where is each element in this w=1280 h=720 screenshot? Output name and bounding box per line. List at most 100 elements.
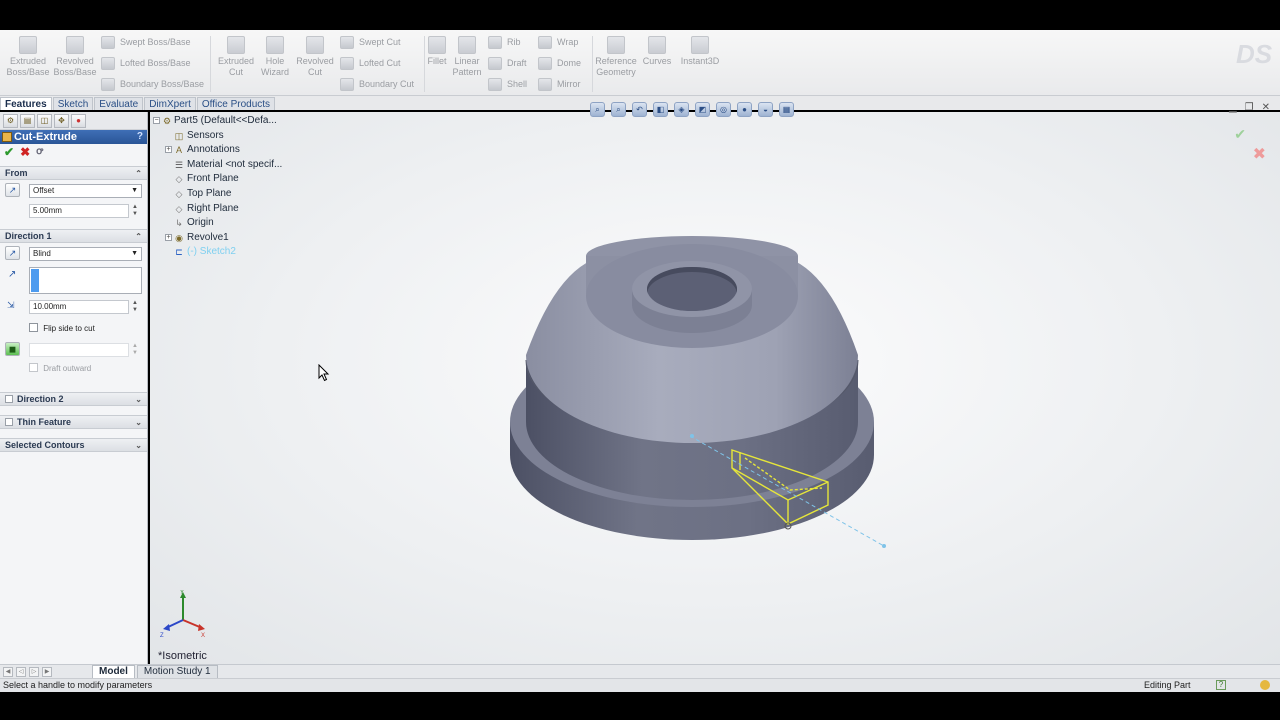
property-manager-tab-icon[interactable]: ▤ — [20, 113, 35, 128]
offset-value-input[interactable]: 5.00mm ▲ ▼ — [29, 204, 138, 218]
direction1-group-header[interactable]: Direction 1 ⌃ — [0, 229, 147, 243]
tab-sketch[interactable]: Sketch — [52, 97, 94, 110]
draft-outward-checkbox[interactable]: Draft outward — [29, 363, 91, 375]
apply-scene-icon[interactable]: ◒ — [758, 102, 773, 117]
view-settings-icon[interactable]: ▦ — [779, 102, 794, 117]
boundary-cut-button[interactable]: Boundary Cut — [340, 76, 414, 92]
confirm-ok-icon[interactable]: ✔ — [1234, 126, 1246, 143]
last-tab-arrow-icon[interactable]: ▶ — [42, 666, 52, 677]
linear-pattern-button[interactable]: Linear Pattern — [450, 36, 484, 78]
zoom-to-fit-icon[interactable]: ⌕ — [590, 102, 605, 117]
extruded-cut-button[interactable]: Extruded Cut — [214, 36, 258, 78]
section-view-icon[interactable]: ◧ — [653, 102, 668, 117]
close-icon[interactable]: ✕ — [1262, 102, 1270, 113]
tree-item-revolve1[interactable]: + ◉ Revolve1 — [162, 231, 302, 246]
thin-feature-group-header[interactable]: Thin Feature ⌄ — [0, 415, 147, 429]
tree-item-sketch2[interactable]: ⊏ (-) Sketch2 — [162, 245, 302, 260]
shell-icon — [488, 77, 502, 91]
tab-features[interactable]: Features — [0, 97, 52, 110]
tree-item-right-plane[interactable]: ◇ Right Plane — [162, 202, 302, 217]
edit-appearance-icon[interactable]: ● — [737, 102, 752, 117]
view-orientation-icon[interactable]: ◈ — [674, 102, 689, 117]
instant3d-button[interactable]: Instant3D — [678, 36, 722, 67]
revolved-boss-button[interactable]: Revolved Boss/Base — [53, 36, 97, 78]
curves-button[interactable]: Curves — [640, 36, 674, 67]
tree-item-annotations[interactable]: + A Annotations — [162, 143, 302, 158]
lofted-boss-button[interactable]: Lofted Boss/Base — [101, 55, 191, 71]
collapse-icon[interactable]: − — [153, 117, 160, 124]
tab-dimxpert[interactable]: DimXpert — [144, 97, 196, 110]
tree-item-material[interactable]: ☰ Material <not specif... — [162, 158, 302, 173]
status-bar: Select a handle to modify parameters Edi… — [0, 678, 1280, 692]
revolved-cut-button[interactable]: Revolved Cut — [293, 36, 337, 78]
zoom-to-area-icon[interactable]: ⌕ — [611, 102, 626, 117]
spin-arrows-icon[interactable]: ▲ ▼ — [132, 300, 138, 314]
next-tab-arrow-icon[interactable]: ▷ — [29, 666, 39, 677]
cancel-x-icon[interactable]: ✖ — [20, 146, 30, 158]
lofted-cut-button[interactable]: Lofted Cut — [340, 55, 401, 71]
tab-evaluate[interactable]: Evaluate — [94, 97, 144, 110]
checkbox-icon[interactable] — [29, 323, 38, 332]
svg-text:Y: Y — [180, 590, 184, 596]
display-manager-tab-icon[interactable]: ● — [71, 113, 86, 128]
checkbox-icon[interactable] — [5, 395, 13, 403]
checkbox-icon[interactable] — [5, 418, 13, 426]
expand-icon[interactable]: + — [165, 233, 172, 241]
from-group-header[interactable]: From ⌃ — [0, 166, 147, 180]
mirror-button[interactable]: Mirror — [538, 76, 581, 92]
boundary-boss-label: Boundary Boss/Base — [120, 79, 205, 89]
tab-office-products[interactable]: Office Products — [196, 97, 276, 110]
flip-side-checkbox[interactable]: Flip side to cut — [29, 323, 95, 335]
tab-model[interactable]: Model — [92, 665, 135, 678]
dome-button[interactable]: Dome — [538, 55, 581, 71]
direction-selection-box[interactable] — [29, 267, 142, 294]
draft-on-off-icon[interactable]: ◼ — [5, 342, 20, 356]
extruded-boss-button[interactable]: Extruded Boss/Base — [6, 36, 50, 78]
reverse-direction-icon[interactable]: ↗ — [5, 246, 20, 260]
previous-view-icon[interactable]: ↶ — [632, 102, 647, 117]
fillet-button[interactable]: Fillet — [426, 36, 448, 67]
selected-contours-group-header[interactable]: Selected Contours ⌄ — [0, 438, 147, 452]
rib-button[interactable]: Rib — [488, 34, 521, 50]
draft-button[interactable]: Draft — [488, 55, 527, 71]
first-tab-arrow-icon[interactable]: ◀ — [3, 666, 13, 677]
start-condition-select[interactable]: Offset ▼ — [29, 184, 142, 198]
swept-boss-button[interactable]: Swept Boss/Base — [101, 34, 191, 50]
feature-manager-tab-icon[interactable]: ⚙ — [3, 113, 18, 128]
restore-icon[interactable]: ❐ — [1245, 102, 1254, 113]
status-help-icon[interactable]: ? — [1216, 680, 1226, 690]
ok-check-icon[interactable]: ✔ — [4, 146, 14, 158]
configuration-manager-tab-icon[interactable]: ◫ — [37, 113, 52, 128]
expand-icon[interactable]: + — [165, 146, 172, 154]
draft-angle-input[interactable]: ▲ ▼ — [29, 343, 138, 357]
display-style-icon[interactable]: ◩ — [695, 102, 710, 117]
end-condition-select[interactable]: Blind ▼ — [29, 247, 142, 261]
depth-value-input[interactable]: 10.00mm ▲ ▼ — [29, 300, 138, 314]
spin-arrows-icon[interactable]: ▲ ▼ — [132, 204, 138, 218]
shell-button[interactable]: Shell — [488, 76, 527, 92]
swept-cut-button[interactable]: Swept Cut — [340, 34, 401, 50]
dimxpert-manager-tab-icon[interactable]: ✥ — [54, 113, 69, 128]
wrap-button[interactable]: Wrap — [538, 34, 578, 50]
tree-root[interactable]: − ⚙ Part5 (Default<<Defa... — [153, 114, 302, 129]
tree-item-top-plane[interactable]: ◇ Top Plane — [162, 187, 302, 202]
graphics-area[interactable] — [150, 112, 1280, 664]
help-icon[interactable]: ? — [137, 130, 143, 144]
reference-geometry-button[interactable]: Reference Geometry — [594, 36, 638, 78]
detailed-preview-icon[interactable]: ꝍ — [36, 146, 43, 158]
status-indicator-icon — [1260, 680, 1270, 690]
tree-item-sensors[interactable]: ◫ Sensors — [162, 129, 302, 144]
tab-motion-study[interactable]: Motion Study 1 — [136, 665, 218, 678]
direction2-group-header[interactable]: Direction 2 ⌄ — [0, 392, 147, 406]
tree-item-origin[interactable]: ↳ Origin — [162, 216, 302, 231]
confirm-cancel-icon[interactable]: ✖ — [1253, 144, 1266, 164]
prev-tab-arrow-icon[interactable]: ◁ — [16, 666, 26, 677]
boundary-boss-button[interactable]: Boundary Boss/Base — [101, 76, 204, 92]
minimize-icon[interactable]: ▁ — [1229, 102, 1237, 113]
checkbox-icon[interactable] — [29, 363, 38, 372]
extruded-boss-label: Extruded Boss/Base — [6, 56, 50, 77]
hole-wizard-button[interactable]: Hole Wizard — [256, 36, 294, 78]
tree-item-front-plane[interactable]: ◇ Front Plane — [162, 172, 302, 187]
hide-show-items-icon[interactable]: ◎ — [716, 102, 731, 117]
feature-tree: − ⚙ Part5 (Default<<Defa... ◫ Sensors + … — [153, 114, 302, 260]
